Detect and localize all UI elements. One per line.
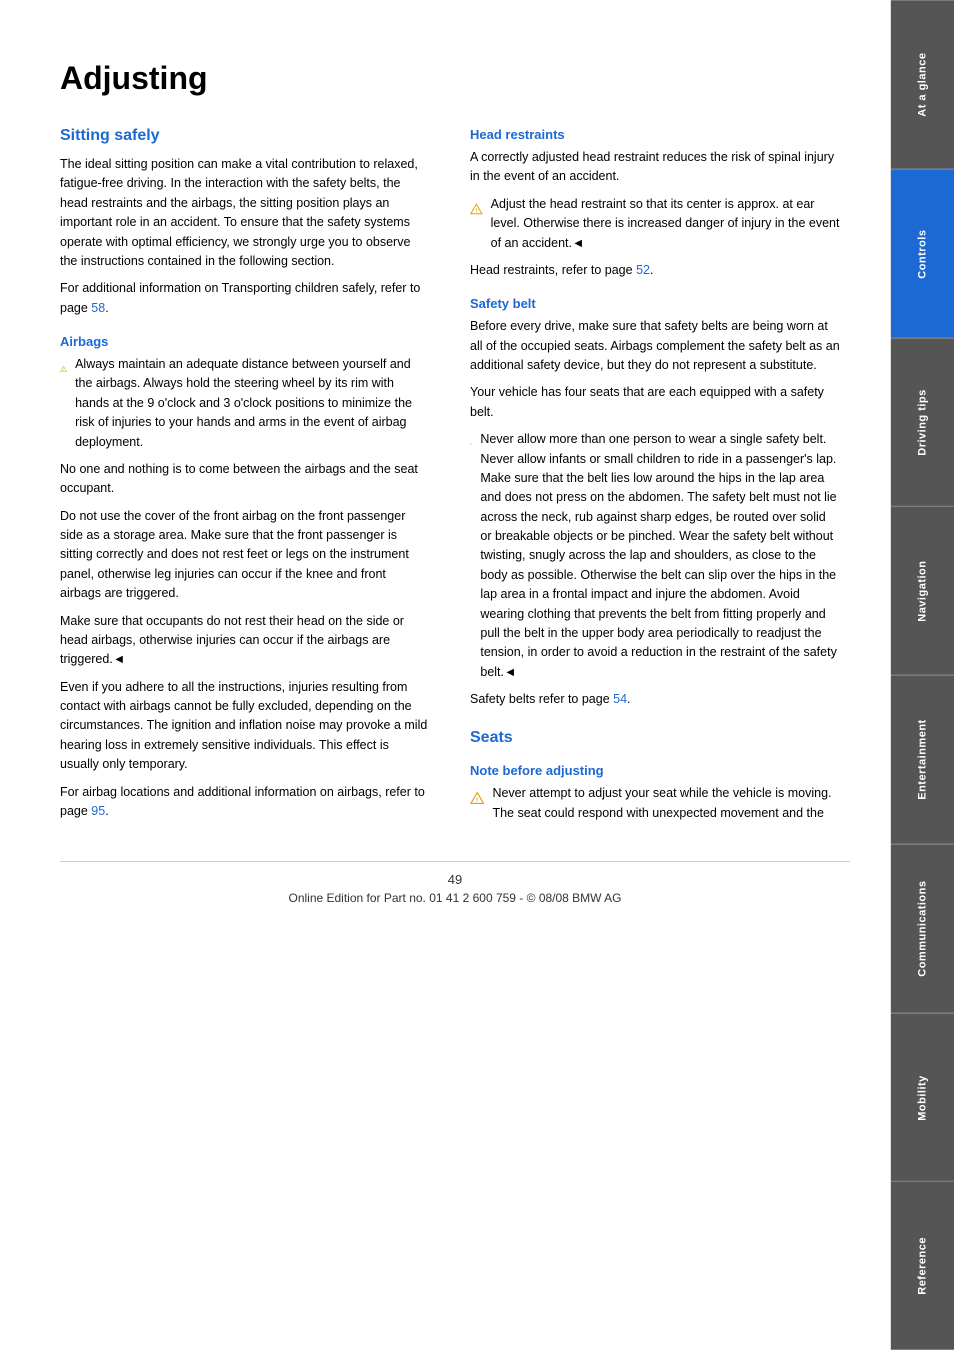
airbags-ref: For airbag locations and additional info… bbox=[60, 783, 430, 822]
head-restraints-page-link[interactable]: 52 bbox=[636, 263, 650, 277]
airbags-warning-text: Always maintain an adequate distance bet… bbox=[75, 355, 430, 452]
sidebar-tab-entertainment[interactable]: Entertainment bbox=[891, 675, 954, 844]
head-restraints-intro: A correctly adjusted head restraint redu… bbox=[470, 148, 840, 187]
airbags-p1: No one and nothing is to come between th… bbox=[60, 460, 430, 499]
airbags-p4: Even if you adhere to all the instructio… bbox=[60, 678, 430, 775]
warning-triangle-icon: ! bbox=[60, 355, 67, 383]
main-content: Adjusting Sitting safely The ideal sitti… bbox=[0, 0, 890, 1350]
sidebar-tab-reference[interactable]: Reference bbox=[891, 1181, 954, 1350]
airbags-p2: Do not use the cover of the front airbag… bbox=[60, 507, 430, 604]
sidebar-tab-controls[interactable]: Controls bbox=[891, 169, 954, 338]
seats-title: Seats bbox=[470, 729, 840, 747]
seats-warning-text: Never attempt to adjust your seat while … bbox=[492, 784, 840, 823]
sidebar-tab-driving-tips[interactable]: Driving tips bbox=[891, 338, 954, 507]
sidebar-tab-at-a-glance[interactable]: At a glance bbox=[891, 0, 954, 169]
svg-text:!: ! bbox=[471, 444, 472, 446]
safety-belt-title: Safety belt bbox=[470, 296, 840, 311]
head-restraints-ref: Head restraints, refer to page 52. bbox=[470, 261, 840, 280]
safety-belt-page-link[interactable]: 54 bbox=[613, 692, 627, 706]
head-restraints-warning-text: Adjust the head restraint so that its ce… bbox=[491, 195, 840, 253]
children-ref: For additional information on Transporti… bbox=[60, 279, 430, 318]
svg-text:!: ! bbox=[476, 797, 478, 804]
safety-belt-p1: Before every drive, make sure that safet… bbox=[470, 317, 840, 375]
sidebar-tab-communications[interactable]: Communications bbox=[891, 844, 954, 1013]
right-sidebar: At a glance Controls Driving tips Naviga… bbox=[890, 0, 954, 1350]
svg-text:!: ! bbox=[475, 208, 477, 214]
sidebar-tab-navigation[interactable]: Navigation bbox=[891, 506, 954, 675]
two-column-layout: Sitting safely The ideal sitting positio… bbox=[60, 127, 850, 831]
safety-belt-ref: Safety belts refer to page 54. bbox=[470, 690, 840, 709]
svg-text:!: ! bbox=[63, 368, 64, 372]
sitting-safely-title: Sitting safely bbox=[60, 127, 430, 145]
warning-triangle-icon-3: ! bbox=[470, 430, 472, 458]
left-column: Sitting safely The ideal sitting positio… bbox=[60, 127, 430, 831]
airbags-warning-box: ! Always maintain an adequate distance b… bbox=[60, 355, 430, 452]
children-page-link[interactable]: 58 bbox=[91, 301, 105, 315]
seats-warning-box: ! Never attempt to adjust your seat whil… bbox=[470, 784, 840, 823]
airbags-page-link[interactable]: 95 bbox=[91, 804, 105, 818]
airbags-title: Airbags bbox=[60, 334, 430, 349]
safety-belt-p2: Your vehicle has four seats that are eac… bbox=[470, 383, 840, 422]
head-restraints-title: Head restraints bbox=[470, 127, 840, 142]
safety-belt-warning-box: ! Never allow more than one person to we… bbox=[470, 430, 840, 682]
right-column: Head restraints A correctly adjusted hea… bbox=[470, 127, 840, 831]
warning-triangle-icon-2: ! bbox=[470, 195, 483, 223]
footer-text: Online Edition for Part no. 01 41 2 600 … bbox=[60, 891, 850, 905]
airbags-p3: Make sure that occupants do not rest the… bbox=[60, 612, 430, 670]
note-before-title: Note before adjusting bbox=[470, 763, 840, 778]
page-title: Adjusting bbox=[60, 60, 850, 97]
warning-triangle-icon-4: ! bbox=[470, 784, 484, 812]
sidebar-tab-mobility[interactable]: Mobility bbox=[891, 1013, 954, 1182]
safety-belt-warning-text: Never allow more than one person to wear… bbox=[480, 430, 840, 682]
page-footer: 49 Online Edition for Part no. 01 41 2 6… bbox=[60, 861, 850, 905]
sitting-safely-intro: The ideal sitting position can make a vi… bbox=[60, 155, 430, 271]
page-number: 49 bbox=[60, 872, 850, 887]
head-restraints-warning-box: ! Adjust the head restraint so that its … bbox=[470, 195, 840, 253]
